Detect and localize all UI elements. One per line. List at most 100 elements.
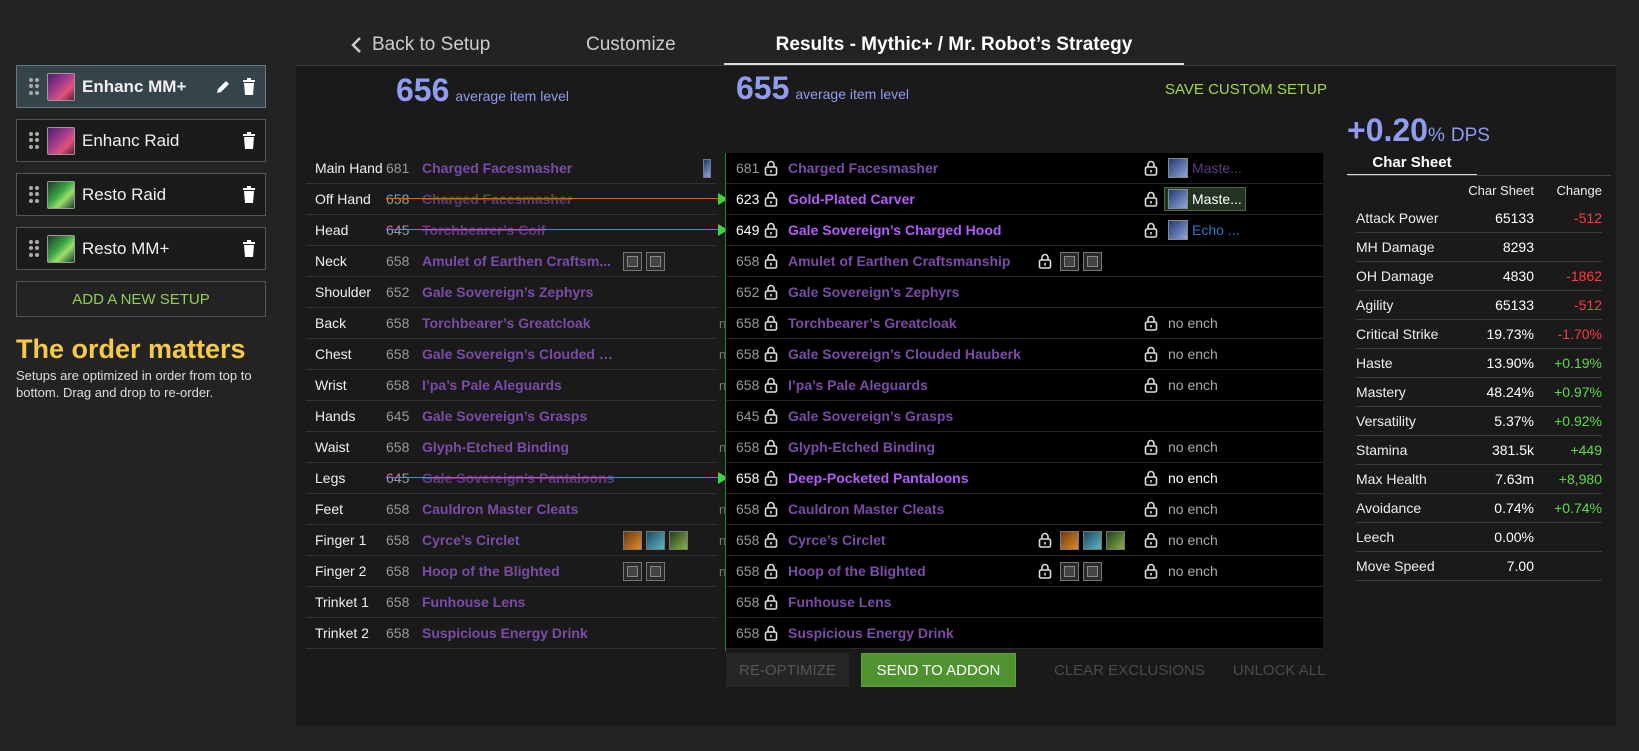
unlock-all-button[interactable]: UNLOCK ALL xyxy=(1233,653,1326,687)
enchant-lock-icon[interactable] xyxy=(1144,315,1158,331)
enchant-slot[interactable]: Echo ... xyxy=(1168,220,1239,240)
gem-lock-icon[interactable] xyxy=(1038,563,1052,579)
item-name[interactable]: Gale Sovereign’s Grasps xyxy=(422,408,617,424)
lock-icon[interactable] xyxy=(764,160,778,176)
enchant-lock-icon[interactable] xyxy=(1144,191,1158,207)
tab-results[interactable]: Results - Mythic+ / Mr. Robot’s Strategy xyxy=(724,34,1184,56)
drag-handle-icon[interactable] xyxy=(29,239,39,258)
lock-icon[interactable] xyxy=(764,253,778,269)
item-name[interactable]: Gale Sovereign’s Zephyrs xyxy=(788,284,1135,300)
gem-socket-icon[interactable] xyxy=(1106,530,1125,550)
edit-pencil-icon[interactable] xyxy=(213,77,233,97)
setup-item[interactable]: Resto Raid xyxy=(16,173,266,216)
item-name[interactable]: I’pa’s Pale Aleguards xyxy=(788,377,1135,393)
item-name[interactable]: Cyrce’s Circlet xyxy=(422,532,617,548)
gem-socket-icon[interactable] xyxy=(1083,530,1102,550)
enchant-lock-icon[interactable] xyxy=(1144,377,1158,393)
gem-socket-icon[interactable] xyxy=(1060,251,1079,271)
item-name[interactable]: Suspicious Energy Drink xyxy=(788,625,1135,641)
item-name[interactable]: Charged Facesmasher xyxy=(422,191,617,207)
enchant-slot[interactable]: Maste... xyxy=(1164,187,1246,211)
trash-icon[interactable] xyxy=(239,185,259,205)
lock-icon[interactable] xyxy=(764,377,778,393)
enchant-lock-icon[interactable] xyxy=(1144,532,1158,548)
tab-customize[interactable]: Customize xyxy=(586,34,676,56)
enchant-lock-icon[interactable] xyxy=(1144,439,1158,455)
trash-icon[interactable] xyxy=(239,77,259,97)
item-name[interactable]: Funhouse Lens xyxy=(422,594,617,610)
drag-handle-icon[interactable] xyxy=(29,131,39,150)
gem-lock-icon[interactable] xyxy=(1038,532,1052,548)
enchant-slot[interactable]: Maste... xyxy=(1168,158,1242,178)
drag-handle-icon[interactable] xyxy=(29,185,39,204)
item-name[interactable]: Torchbearer’s Coif xyxy=(422,222,617,238)
item-name[interactable]: Gold-Plated Carver xyxy=(788,191,1135,207)
item-name[interactable]: Gale Sovereign’s Clouded Hauberk xyxy=(788,346,1135,362)
enchant-slot[interactable]: no ench xyxy=(1168,377,1218,393)
item-name[interactable]: Cauldron Master Cleats xyxy=(422,501,617,517)
item-name[interactable]: Torchbearer’s Greatcloak xyxy=(422,315,617,331)
enchant-slot[interactable]: no ench xyxy=(1168,501,1218,517)
lock-icon[interactable] xyxy=(764,532,778,548)
gem-socket-icon[interactable] xyxy=(623,251,642,271)
trash-icon[interactable] xyxy=(239,239,259,259)
item-name[interactable]: Cauldron Master Cleats xyxy=(788,501,1135,517)
lock-icon[interactable] xyxy=(764,563,778,579)
enchant-slot[interactable]: no ench xyxy=(1168,470,1218,486)
gem-socket-icon[interactable] xyxy=(623,530,642,550)
lock-icon[interactable] xyxy=(764,625,778,641)
lock-icon[interactable] xyxy=(764,470,778,486)
lock-icon[interactable] xyxy=(764,408,778,424)
gem-socket-icon[interactable] xyxy=(623,561,642,581)
gem-lock-icon[interactable] xyxy=(1038,253,1052,269)
drag-handle-icon[interactable] xyxy=(29,77,39,96)
trash-icon[interactable] xyxy=(239,131,259,151)
item-name[interactable]: Torchbearer’s Greatcloak xyxy=(788,315,1135,331)
gem-socket-icon[interactable] xyxy=(669,530,688,550)
reoptimize-button[interactable]: RE-OPTIMIZE xyxy=(726,653,849,687)
item-name[interactable]: Hoop of the Blighted xyxy=(422,563,617,579)
enchant-slot[interactable]: no ench xyxy=(1168,439,1218,455)
item-name[interactable]: Gale Sovereign’s Grasps xyxy=(788,408,1135,424)
save-custom-setup-button[interactable]: SAVE CUSTOM SETUP xyxy=(1165,81,1327,98)
gem-socket-icon[interactable] xyxy=(1083,561,1102,581)
item-name[interactable]: Charged Facesmasher xyxy=(422,160,617,176)
enchant-slot[interactable]: no ench xyxy=(1168,346,1218,362)
enchant-lock-icon[interactable] xyxy=(1144,160,1158,176)
item-name[interactable]: Gale Sovereign’s Pantaloons xyxy=(422,470,617,486)
lock-icon[interactable] xyxy=(764,346,778,362)
add-setup-button[interactable]: ADD A NEW SETUP xyxy=(16,281,266,317)
lock-icon[interactable] xyxy=(764,315,778,331)
lock-icon[interactable] xyxy=(764,191,778,207)
enchant-lock-icon[interactable] xyxy=(1144,563,1158,579)
item-name[interactable]: Funhouse Lens xyxy=(788,594,1135,610)
gem-socket-icon[interactable] xyxy=(1060,530,1079,550)
lock-icon[interactable] xyxy=(764,594,778,610)
item-name[interactable]: Glyph-Etched Binding xyxy=(788,439,1135,455)
enchant-lock-icon[interactable] xyxy=(1144,470,1158,486)
item-name[interactable]: Amulet of Earthen Craftsm... xyxy=(422,253,617,269)
setup-item[interactable]: Enhanc Raid xyxy=(16,119,266,162)
item-name[interactable]: Gale Sovereign’s Zephyrs xyxy=(422,284,617,300)
gem-socket-icon[interactable] xyxy=(646,530,665,550)
clear-exclusions-button[interactable]: CLEAR EXCLUSIONS xyxy=(1054,653,1205,687)
enchant-lock-icon[interactable] xyxy=(1144,501,1158,517)
lock-icon[interactable] xyxy=(764,439,778,455)
lock-icon[interactable] xyxy=(764,284,778,300)
tab-char-sheet[interactable]: Char Sheet xyxy=(1347,154,1477,171)
item-name[interactable]: Gale Sovereign’s Charged Hood xyxy=(788,222,1135,238)
enchant-lock-icon[interactable] xyxy=(1144,346,1158,362)
item-name[interactable]: Glyph-Etched Binding xyxy=(422,439,617,455)
enchant-slot[interactable]: no ench xyxy=(1168,315,1218,331)
item-name[interactable]: Suspicious Energy Drink xyxy=(422,625,617,641)
enchant-lock-icon[interactable] xyxy=(1144,222,1158,238)
lock-icon[interactable] xyxy=(764,501,778,517)
enchant-slot[interactable]: no ench xyxy=(1168,532,1218,548)
setup-item[interactable]: Resto MM+ xyxy=(16,227,266,270)
item-name[interactable]: Deep-Pocketed Pantaloons xyxy=(788,470,1135,486)
enchant-thumb-icon[interactable] xyxy=(703,158,711,178)
item-name[interactable]: I’pa’s Pale Aleguards xyxy=(422,377,617,393)
enchant-slot[interactable]: no ench xyxy=(1168,563,1218,579)
gem-socket-icon[interactable] xyxy=(646,251,665,271)
item-name[interactable]: Gale Sovereign’s Clouded H... xyxy=(422,346,617,362)
